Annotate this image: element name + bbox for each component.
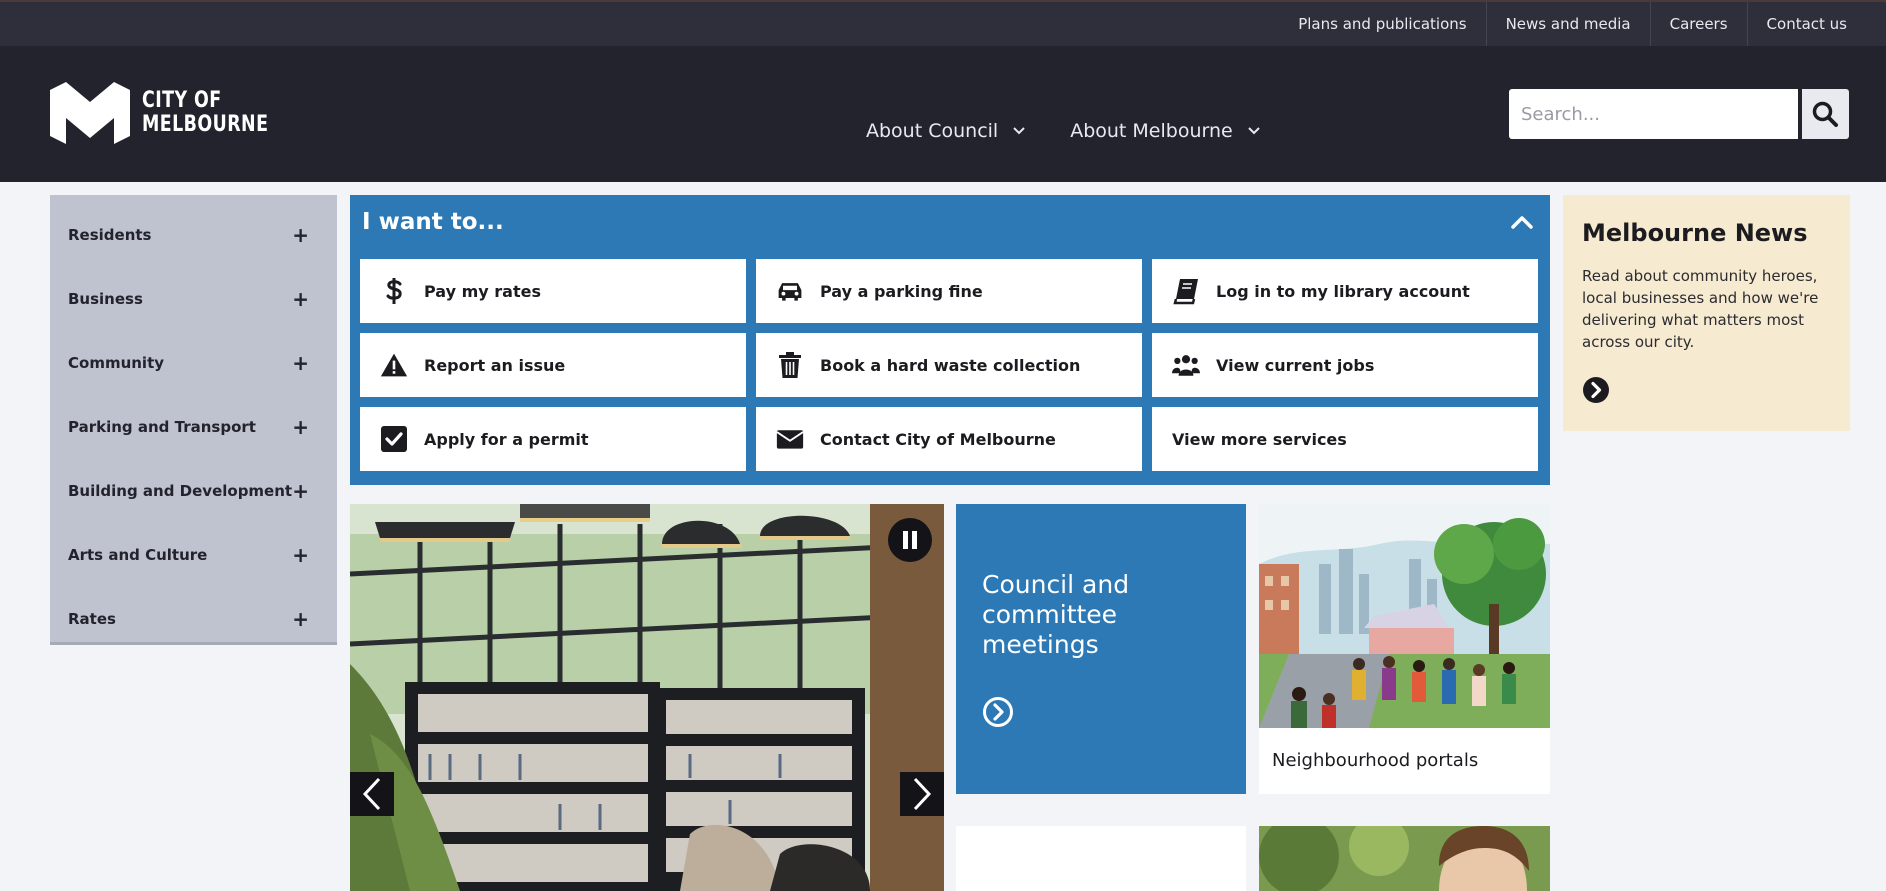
- tile-report-issue[interactable]: Report an issue: [360, 333, 746, 397]
- carousel-slide-image: [350, 504, 944, 891]
- chevron-right-icon: [913, 777, 932, 811]
- carousel-prev-button[interactable]: [350, 772, 394, 816]
- tile-pay-parking-fine[interactable]: Pay a parking fine: [756, 259, 1142, 323]
- news-title: Melbourne News: [1582, 219, 1808, 247]
- sidebar-item-business[interactable]: Business +: [50, 267, 337, 331]
- nav-about-council-label: About Council: [866, 120, 999, 142]
- tile-label: Apply for a permit: [424, 429, 589, 449]
- chevron-up-icon[interactable]: [1510, 211, 1534, 235]
- news-body: Read about community heroes, local busin…: [1582, 267, 1819, 351]
- site-search: [1509, 89, 1849, 139]
- melbourne-news-card[interactable]: Melbourne News Read about community hero…: [1563, 195, 1850, 431]
- logo-line-2: Melbourne: [142, 112, 269, 137]
- envelope-icon: [776, 430, 804, 449]
- plus-icon: +: [292, 287, 309, 311]
- sidebar-item-label: Arts and Culture: [68, 546, 208, 564]
- search-button[interactable]: [1801, 89, 1849, 139]
- tile-library-login[interactable]: Log in to my library account: [1152, 259, 1538, 323]
- tile-contact-city[interactable]: Contact City of Melbourne: [756, 407, 1142, 471]
- sidebar-item-community[interactable]: Community +: [50, 331, 337, 395]
- lower-card-image: [1259, 826, 1550, 891]
- sidebar-item-residents[interactable]: Residents +: [50, 203, 337, 267]
- sidebar-item-arts-culture[interactable]: Arts and Culture +: [50, 523, 337, 587]
- tile-label: Contact City of Melbourne: [820, 429, 1056, 449]
- tile-label: View current jobs: [1216, 355, 1375, 375]
- search-icon: [1813, 101, 1839, 127]
- i-want-to-title: I want to...: [362, 209, 504, 235]
- tile-label: Log in to my library account: [1216, 281, 1470, 301]
- neighbourhood-card-label: Neighbourhood portals: [1272, 750, 1479, 771]
- sidebar-item-label: Residents: [68, 226, 152, 244]
- hero-carousel: [350, 504, 944, 891]
- pause-icon: [903, 531, 917, 549]
- chevron-left-icon: [362, 777, 381, 811]
- tile-label: Pay a parking fine: [820, 281, 983, 301]
- utility-link-careers[interactable]: Careers: [1649, 2, 1747, 46]
- search-input[interactable]: [1509, 89, 1798, 139]
- tile-label: Pay my rates: [424, 281, 541, 301]
- plus-icon: +: [292, 415, 309, 439]
- neighbourhood-portals-card[interactable]: Neighbourhood portals: [1259, 504, 1550, 794]
- chevron-down-icon: [1013, 127, 1025, 135]
- sidebar-item-parking-transport[interactable]: Parking and Transport +: [50, 395, 337, 459]
- service-grid: Pay my rates Pay a parking fine Log in t…: [360, 259, 1540, 471]
- users-icon: [1172, 355, 1200, 376]
- council-card-title: Council and committee meetings: [982, 570, 1130, 659]
- sidebar-item-label: Rates: [68, 610, 116, 628]
- utility-link-contact[interactable]: Contact us: [1746, 2, 1866, 46]
- tile-view-more-services[interactable]: View more services: [1152, 407, 1538, 471]
- circle-arrow-right-icon: [983, 697, 1013, 727]
- book-icon: [1173, 279, 1198, 305]
- car-icon: [778, 283, 802, 301]
- sidebar-item-label: Parking and Transport: [68, 418, 256, 436]
- checkbox-icon: [381, 426, 407, 452]
- council-meetings-card[interactable]: Council and committee meetings: [956, 504, 1246, 794]
- main-nav: About Council About Melbourne: [866, 120, 1305, 142]
- utility-bar: Plans and publications News and media Ca…: [0, 0, 1886, 46]
- logo-wordmark: City of Melbourne: [142, 89, 268, 137]
- plus-icon: +: [292, 543, 309, 567]
- sidebar-item-label: Building and Development: [68, 482, 293, 500]
- carousel-pause-button[interactable]: [888, 518, 932, 562]
- sidebar-nav: Residents + Business + Community + Parking …: [50, 195, 337, 645]
- sidebar-item-building-development[interactable]: Building and Development +: [50, 459, 337, 523]
- tile-apply-permit[interactable]: Apply for a permit: [360, 407, 746, 471]
- site-header: City of Melbourne About Council About Me…: [0, 46, 1886, 182]
- sidebar-item-rates[interactable]: Rates +: [50, 587, 337, 651]
- chevron-down-icon: [1248, 127, 1260, 135]
- plus-icon: +: [292, 607, 309, 631]
- tile-hard-waste[interactable]: Book a hard waste collection: [756, 333, 1142, 397]
- plus-icon: +: [292, 479, 309, 503]
- plus-icon: +: [292, 223, 309, 247]
- nav-about-council[interactable]: About Council: [866, 120, 1026, 142]
- tile-label: Report an issue: [424, 355, 566, 375]
- neighbourhood-illustration: [1259, 504, 1550, 728]
- site-logo[interactable]: City of Melbourne: [50, 82, 290, 144]
- nav-about-melbourne[interactable]: About Melbourne: [1070, 120, 1261, 142]
- utility-link-plans[interactable]: Plans and publications: [1279, 2, 1485, 46]
- warning-icon: [380, 353, 408, 377]
- circle-arrow-right-icon[interactable]: [1582, 376, 1610, 404]
- tile-label: View more services: [1172, 429, 1347, 449]
- utility-nav: Plans and publications News and media Ca…: [1279, 2, 1866, 46]
- tile-pay-rates[interactable]: Pay my rates: [360, 259, 746, 323]
- plus-icon: +: [292, 351, 309, 375]
- tile-label: Book a hard waste collection: [820, 355, 1081, 375]
- trash-icon: [779, 352, 801, 378]
- sidebar-item-label: Business: [68, 290, 143, 308]
- logo-line-1: City of: [142, 88, 222, 113]
- lower-card-left[interactable]: [956, 826, 1246, 891]
- city-logo-icon: [50, 82, 130, 144]
- lower-card-right[interactable]: [1259, 826, 1550, 891]
- tile-current-jobs[interactable]: View current jobs: [1152, 333, 1538, 397]
- nav-about-melbourne-label: About Melbourne: [1070, 120, 1233, 142]
- carousel-next-button[interactable]: [900, 772, 944, 816]
- i-want-to-panel: I want to... Pay my rates Pay a parking …: [350, 195, 1550, 485]
- dollar-icon: [386, 278, 402, 304]
- utility-link-news[interactable]: News and media: [1485, 2, 1650, 46]
- sidebar-item-label: Community: [68, 354, 165, 372]
